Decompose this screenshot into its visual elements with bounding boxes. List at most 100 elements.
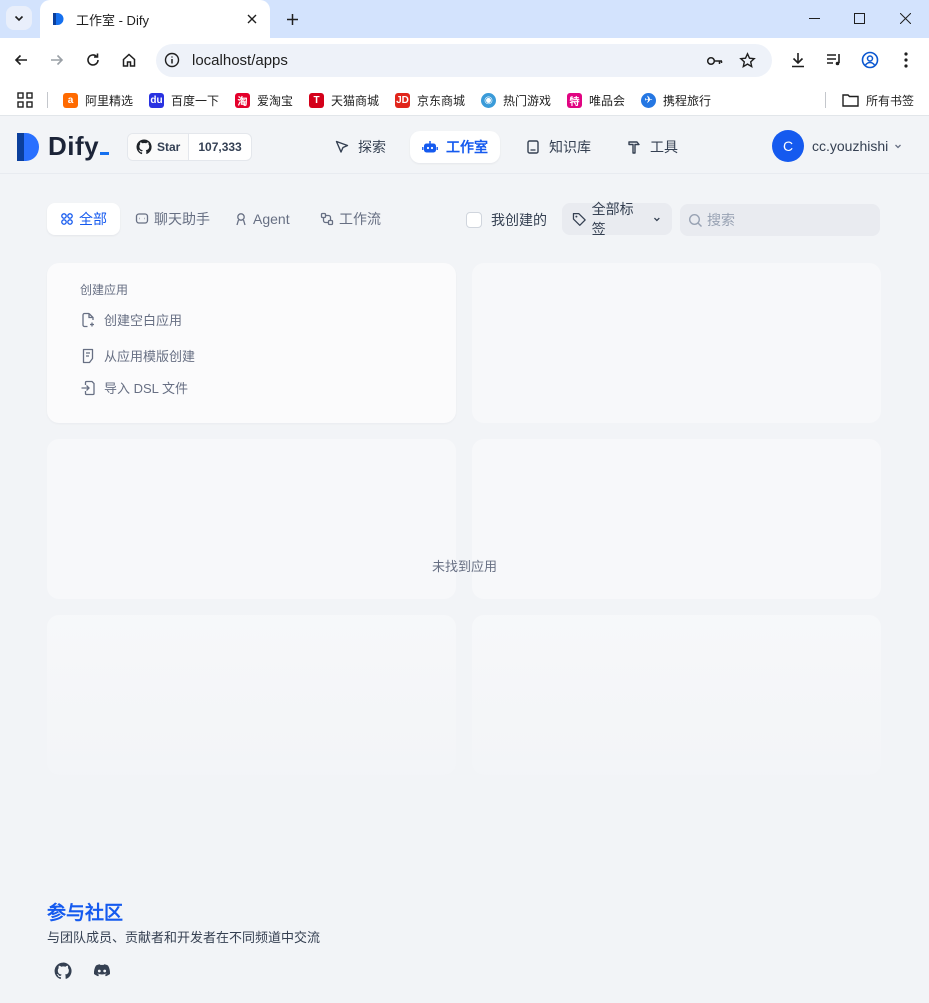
app-card-placeholder xyxy=(47,439,456,599)
downloads-button[interactable] xyxy=(784,46,812,74)
forward-button[interactable] xyxy=(43,46,71,74)
tab-all[interactable]: 全部 xyxy=(47,203,120,235)
nav-studio[interactable]: 工作室 xyxy=(410,131,500,163)
template-icon xyxy=(82,348,94,363)
profile-button[interactable] xyxy=(856,46,884,74)
hammer-icon xyxy=(628,141,640,154)
bookmark-item[interactable]: JD 京东商城 xyxy=(395,90,465,110)
media-button[interactable] xyxy=(820,46,848,74)
minimize-icon xyxy=(808,17,820,19)
agent-icon xyxy=(236,213,246,226)
grid-icon xyxy=(61,213,73,225)
community-description: 与团队成员、贡献者和开发者在不同频道中交流 xyxy=(47,930,321,945)
arrow-left-icon xyxy=(14,54,27,66)
bookmark-item[interactable]: ✈ 携程旅行 xyxy=(641,90,711,110)
taobao-icon: 淘 xyxy=(235,92,250,108)
file-plus-icon xyxy=(82,312,94,327)
logo-text: Dify xyxy=(48,131,110,162)
key-icon xyxy=(706,56,723,66)
browser-toolbar: localhost/apps xyxy=(0,38,929,84)
app-card-placeholder xyxy=(472,439,881,599)
dify-favicon-icon xyxy=(53,13,64,25)
fade-overlay xyxy=(40,600,890,790)
app-card-placeholder xyxy=(472,263,881,423)
apps-grid-button[interactable] xyxy=(17,90,33,110)
search-box[interactable] xyxy=(680,204,880,236)
discord-icon xyxy=(93,964,111,977)
tag-filter-select[interactable]: 全部标签 xyxy=(562,201,672,237)
chevron-down-icon xyxy=(654,217,661,222)
download-icon xyxy=(792,53,804,68)
github-icon xyxy=(54,962,72,980)
bookmark-item[interactable]: ◉ 热门游戏 xyxy=(481,90,551,110)
bookmarks-bar: a 阿里精选 du 百度一下 淘爱淘宝 T 天猫商城 JD 京东商城 ◉ 热门游戏 特唯品… xyxy=(0,84,929,116)
empty-state-text: 未找到应用 xyxy=(431,559,497,574)
import-dsl-button[interactable]: 导入 DSL 文件 xyxy=(80,378,188,397)
star-icon xyxy=(739,52,756,69)
chat-icon xyxy=(135,213,149,224)
home-button[interactable] xyxy=(115,46,143,74)
tab-search-button[interactable] xyxy=(6,6,32,30)
reload-icon xyxy=(87,53,99,66)
close-icon xyxy=(899,12,911,24)
bookmark-item[interactable]: 特唯品会 xyxy=(567,90,625,110)
nav-tools[interactable]: 工具 xyxy=(614,131,690,163)
app-header: Dify Star 107,333 探索 工作室 知识库 工具 C cc.you… xyxy=(0,117,929,174)
bookmark-item[interactable]: T 天猫商城 xyxy=(309,90,379,110)
book-icon xyxy=(527,140,539,154)
github-star-button[interactable]: Star 107,333 xyxy=(127,133,252,161)
create-from-template-button[interactable]: 从应用模版创建 xyxy=(80,346,195,365)
menu-button[interactable] xyxy=(892,46,920,74)
tab-agent[interactable]: Agent xyxy=(221,203,303,235)
browser-tabstrip: 工作室 - Dify xyxy=(0,0,929,38)
close-icon[interactable] xyxy=(244,11,260,27)
tab-workflow[interactable]: 工作流 xyxy=(307,203,394,235)
create-app-title: 创建应用 xyxy=(80,283,129,297)
window-close-button[interactable] xyxy=(882,0,928,36)
github-link[interactable] xyxy=(53,961,73,981)
search-input[interactable] xyxy=(707,212,867,228)
robot-icon xyxy=(422,141,438,153)
bookmark-item[interactable]: a 阿里精选 xyxy=(63,90,133,110)
apps-grid-icon xyxy=(17,92,33,108)
bookmarks-divider xyxy=(47,92,48,108)
maximize-button[interactable] xyxy=(836,0,882,36)
chevron-down-icon xyxy=(895,144,902,149)
user-menu[interactable]: C cc.youzhishi xyxy=(772,130,903,162)
created-by-me-filter[interactable]: 我创建的 xyxy=(466,210,547,230)
create-blank-app-button[interactable]: 创建空白应用 xyxy=(80,310,182,329)
info-icon xyxy=(164,52,180,68)
created-by-me-checkbox[interactable] xyxy=(466,212,482,228)
tab-title: 工作室 - Dify xyxy=(76,12,149,28)
discord-link[interactable] xyxy=(92,961,112,981)
nav-knowledge[interactable]: 知识库 xyxy=(513,131,603,163)
url-text: localhost/apps xyxy=(192,52,288,69)
chevron-down-icon xyxy=(14,15,24,22)
baidu-icon: du xyxy=(149,92,164,108)
nav-explore[interactable]: 探索 xyxy=(322,131,398,163)
user-name: cc.youzhishi xyxy=(812,138,889,154)
vip-icon: 特 xyxy=(567,92,582,108)
create-app-card: 创建应用 创建空白应用 从应用模版创建 导入 DSL 文件 xyxy=(47,263,456,423)
bookmark-item[interactable]: 淘爱淘宝 xyxy=(235,90,293,110)
tab-chat-assistant[interactable]: 聊天助手 xyxy=(122,203,223,235)
jd-icon: JD xyxy=(395,92,410,108)
tmall-icon: T xyxy=(309,92,324,108)
bookmark-item[interactable]: du 百度一下 xyxy=(149,90,219,110)
all-bookmarks-folder[interactable]: 所有书签 xyxy=(842,90,914,110)
bookmarks-divider xyxy=(825,92,826,108)
file-import-icon xyxy=(81,380,95,395)
plus-icon xyxy=(286,13,298,25)
new-tab-button[interactable] xyxy=(281,8,303,30)
reload-button[interactable] xyxy=(79,46,107,74)
back-button[interactable] xyxy=(7,46,35,74)
community-title: 参与社区 xyxy=(47,903,124,924)
dify-logo[interactable]: Dify xyxy=(16,131,110,162)
browser-tab[interactable]: 工作室 - Dify xyxy=(40,0,270,38)
arrow-right-icon xyxy=(51,54,64,66)
compass-icon xyxy=(335,140,349,153)
minimize-button[interactable] xyxy=(791,0,837,36)
address-bar[interactable]: localhost/apps xyxy=(156,44,772,77)
alibaba-icon: a xyxy=(63,92,78,108)
account-icon xyxy=(861,51,879,69)
